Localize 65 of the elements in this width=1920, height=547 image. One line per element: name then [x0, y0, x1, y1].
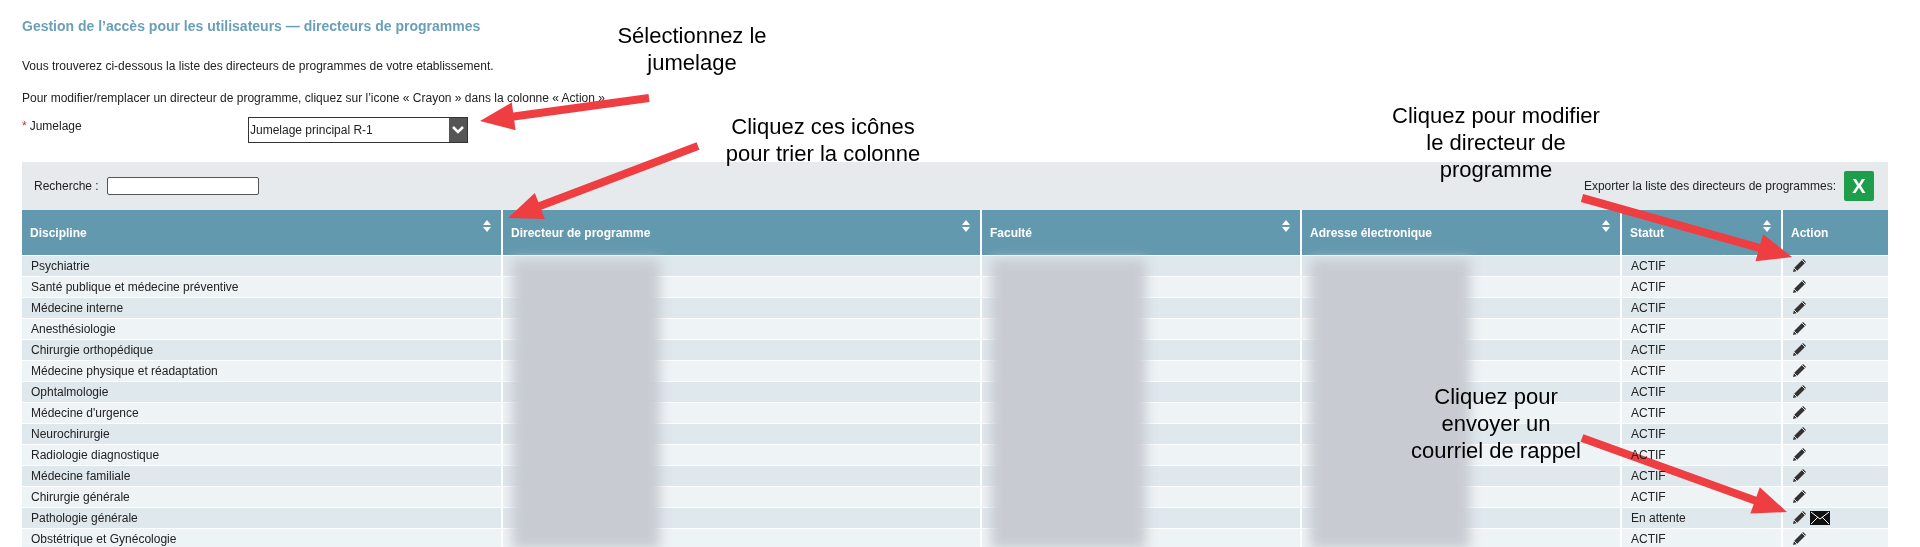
search-field[interactable]: [106, 177, 259, 195]
pencil-icon[interactable]: [1791, 468, 1807, 484]
status-text: ACTIF: [1631, 363, 1666, 380]
pencil-icon[interactable]: [1791, 531, 1807, 547]
sort-icon[interactable]: [1763, 220, 1771, 232]
table-cell-text: Médecine interne: [31, 300, 124, 317]
status-text: ACTIF: [1631, 300, 1666, 317]
status-text: ACTIF: [1631, 384, 1666, 401]
table-cell-text: Chirurgie orthopédique: [31, 342, 154, 359]
table-cell-text: Chirurgie générale: [31, 489, 130, 506]
table-cell-text: Obstétrique et Gynécologie: [31, 531, 177, 547]
annotation-text: Sélectionnez le jumelage: [617, 22, 767, 76]
table-cell-text: Médecine d'urgence: [31, 405, 139, 422]
sort-icon[interactable]: [1602, 220, 1610, 232]
table-cell-text: Ophtalmologie: [31, 384, 109, 401]
pencil-icon[interactable]: [1791, 279, 1807, 295]
sort-icon[interactable]: [962, 220, 970, 232]
column-header: Action: [1791, 224, 1829, 242]
status-text: ACTIF: [1631, 531, 1666, 547]
status-text: ACTIF: [1631, 426, 1666, 443]
intro-text: Vous trouverez ci-dessous la liste des directeurs de programmes de votre etablissement.: [22, 58, 494, 75]
pencil-icon[interactable]: [1791, 447, 1807, 463]
sort-icon[interactable]: [1282, 220, 1290, 232]
status-text: ACTIF: [1631, 321, 1666, 338]
column-header[interactable]: Adresse électronique: [1310, 223, 1433, 242]
column-header[interactable]: Discipline: [30, 223, 87, 242]
sort-icon[interactable]: [483, 220, 491, 232]
status-text: ACTIF: [1631, 489, 1666, 506]
table-cell-text: Médecine physique et réadaptation: [31, 363, 218, 380]
status-text: ACTIF: [1631, 258, 1666, 275]
table-cell-text: Psychiatrie: [31, 258, 90, 275]
pencil-icon[interactable]: [1791, 426, 1807, 442]
table-cell-text: Pathologie générale: [31, 510, 138, 527]
table-cell-text: Santé publique et médecine préventive: [31, 279, 239, 296]
pencil-icon[interactable]: [1791, 363, 1807, 379]
annotation-text: Cliquez ces icônes pour trier la colonne: [725, 113, 921, 167]
search-label: Recherche :: [34, 178, 99, 195]
jumelage-select[interactable]: Jumelage principal R-1: [248, 117, 468, 143]
column-header[interactable]: Faculté: [990, 223, 1032, 242]
status-text: ACTIF: [1631, 405, 1666, 422]
pencil-icon[interactable]: [1791, 405, 1807, 421]
column-header[interactable]: Directeur de programme: [511, 223, 651, 242]
status-text: ACTIF: [1631, 279, 1666, 296]
pencil-icon[interactable]: [1791, 384, 1807, 400]
pencil-icon[interactable]: [1791, 300, 1807, 316]
annotation-text: Cliquez pour envoyer un courriel de rappel: [1411, 383, 1581, 464]
table-cell-text: Anesthésiologie: [31, 321, 116, 338]
table-cell-text: Neurochirurgie: [31, 426, 110, 443]
table-cell-text: Médecine familiale: [31, 468, 131, 485]
table-cell-text: Radiologie diagnostique: [31, 447, 160, 464]
pencil-icon[interactable]: [1791, 510, 1807, 526]
status-text: ACTIF: [1631, 342, 1666, 359]
required-mark: *: [22, 118, 27, 135]
page-title: Gestion de l’accès pour les utilisateurs — directeurs de programmes: [22, 17, 481, 36]
status-text: En attente: [1631, 510, 1686, 527]
envelope-icon[interactable]: [1810, 511, 1830, 525]
pencil-icon[interactable]: [1791, 342, 1807, 358]
field-label: Jumelage: [29, 118, 82, 135]
status-text: ACTIF: [1631, 468, 1666, 485]
pencil-icon[interactable]: [1791, 321, 1807, 337]
column-header[interactable]: Statut: [1630, 223, 1664, 242]
pencil-icon[interactable]: [1791, 258, 1807, 274]
chevron-icon: [449, 118, 467, 142]
excel-export-button[interactable]: X: [1844, 171, 1874, 201]
pencil-icon[interactable]: [1791, 489, 1807, 505]
